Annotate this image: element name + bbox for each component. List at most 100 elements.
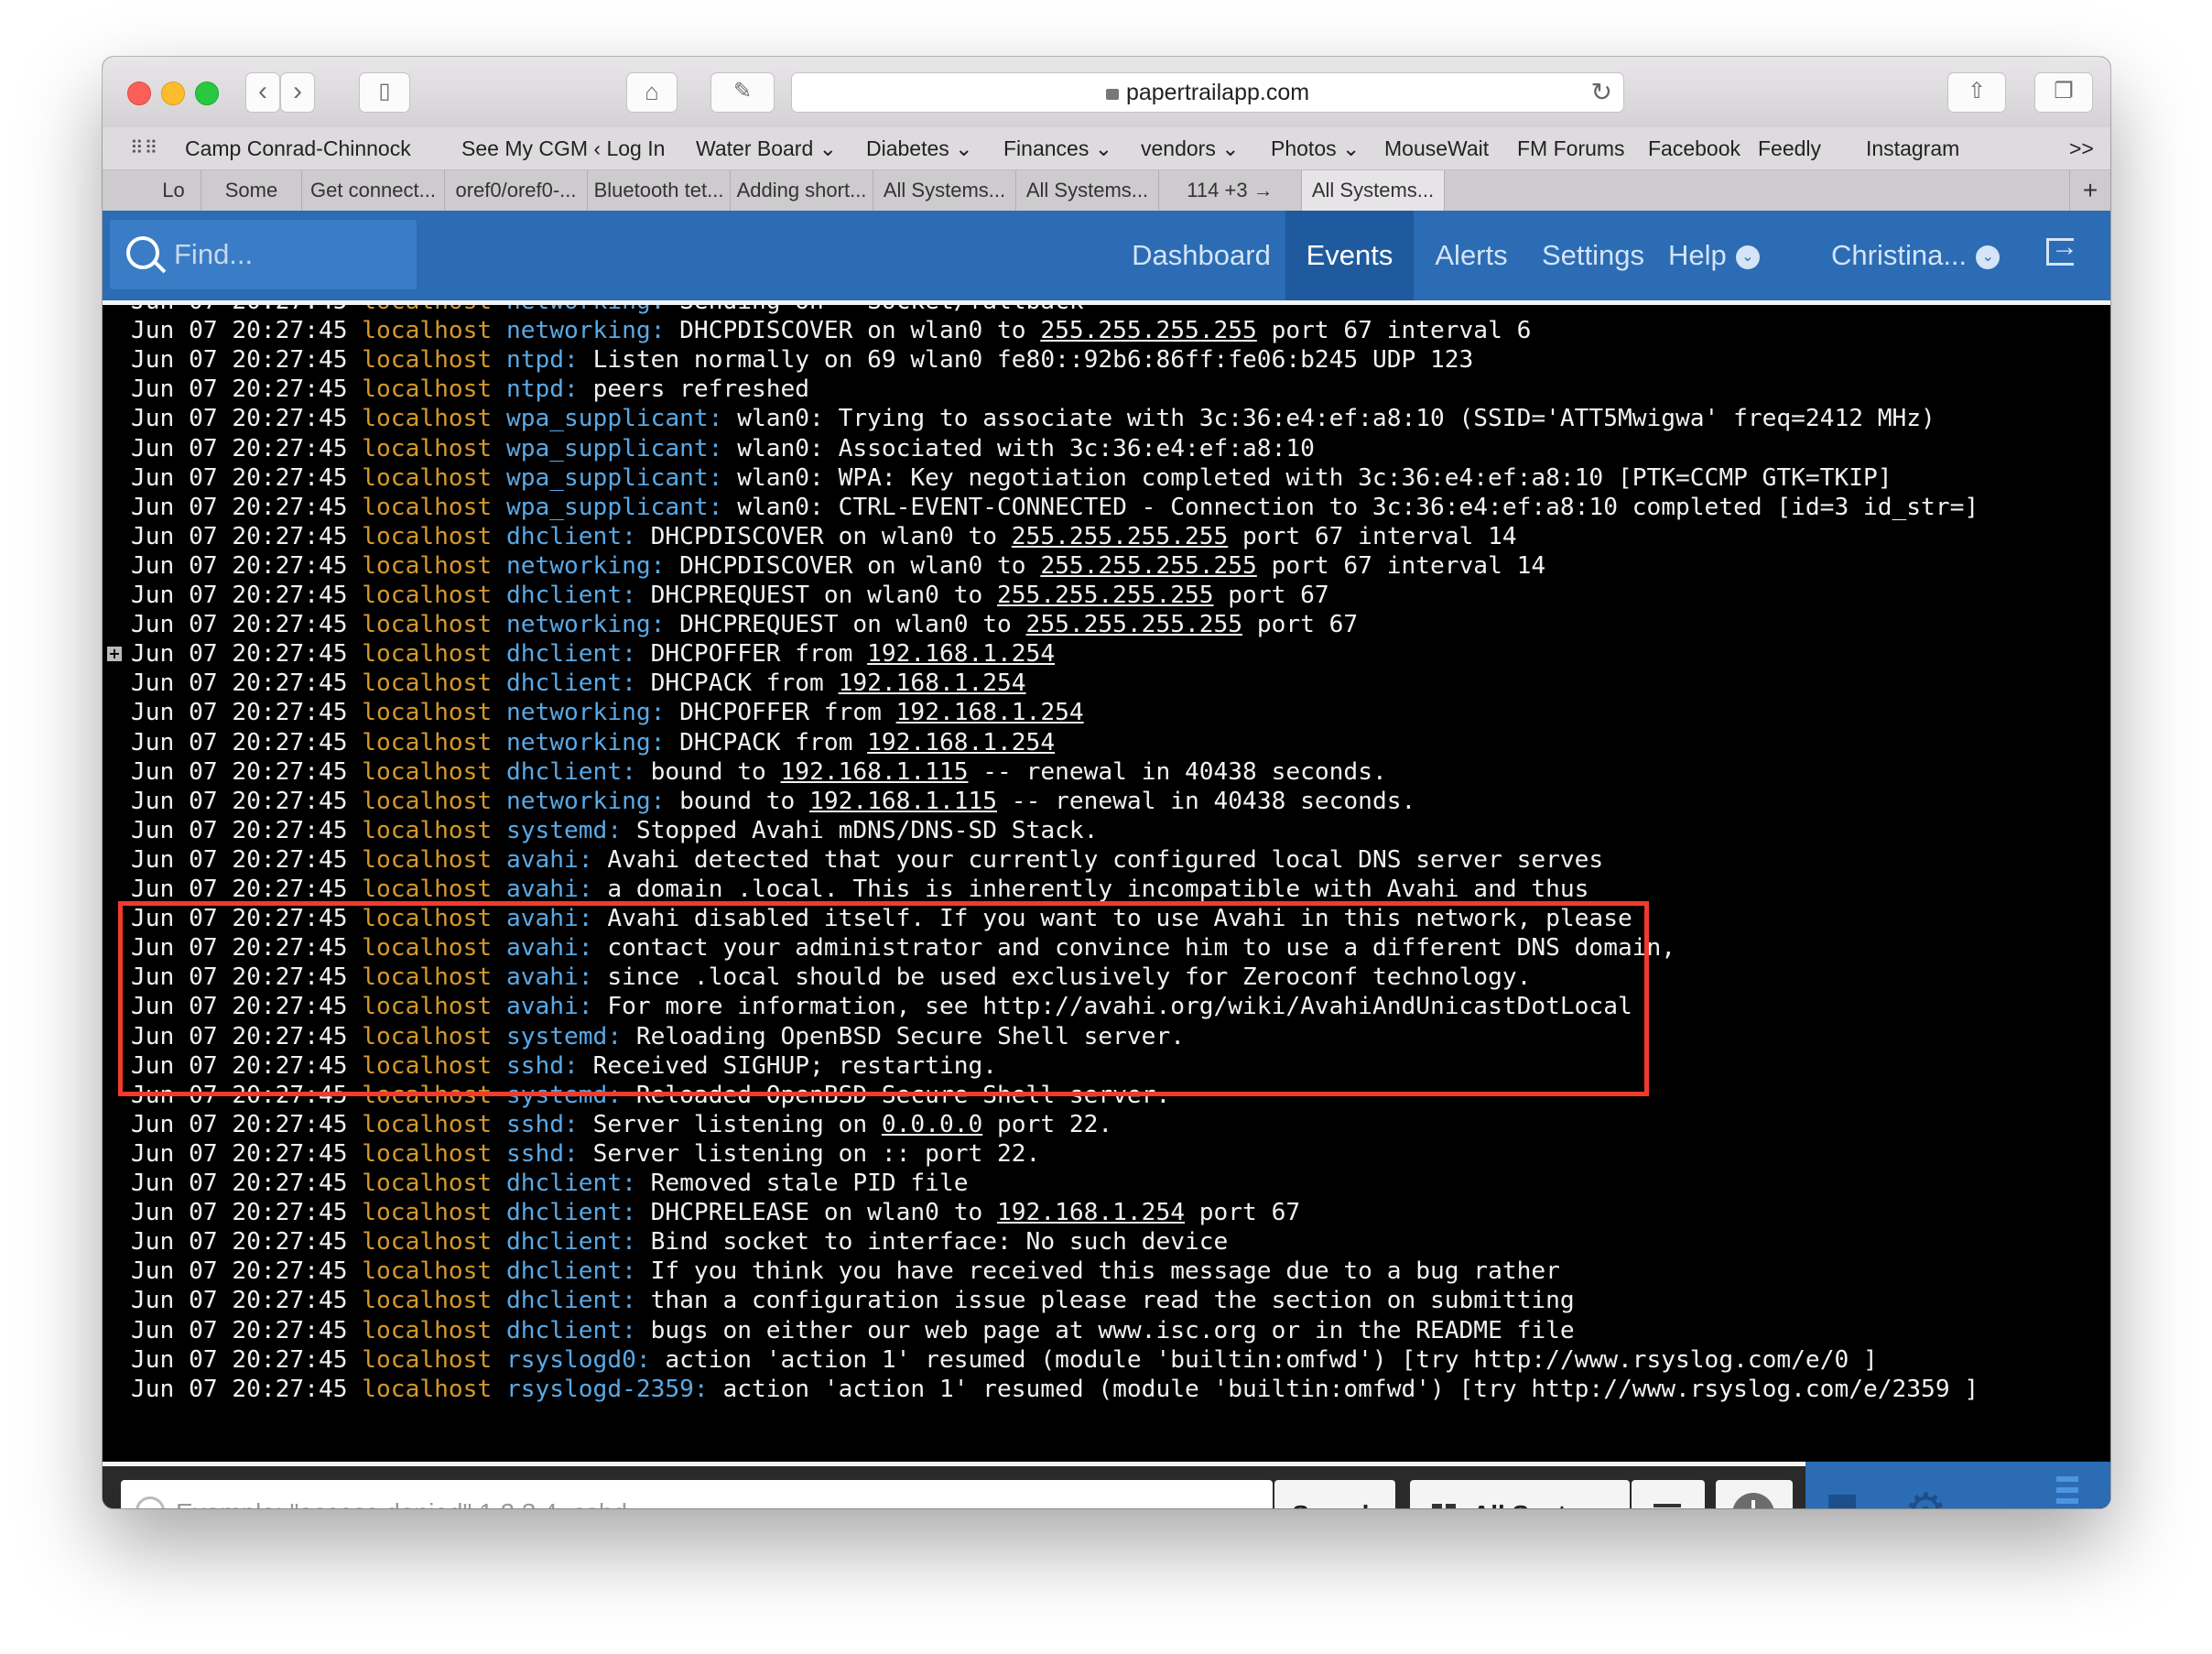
- log-line[interactable]: Jun 07 20:27:45 localhost ntpd: Listen n…: [131, 345, 1473, 375]
- log-host[interactable]: localhost: [362, 1228, 492, 1256]
- all-systems-button[interactable]: All Systems: [1410, 1480, 1630, 1508]
- browser-tab[interactable]: oref0/oref0-...: [445, 170, 588, 211]
- log-line[interactable]: Jun 07 20:27:45 localhost avahi: Avahi d…: [131, 904, 1632, 933]
- log-line[interactable]: Jun 07 20:27:45 localhost networking: DH…: [131, 698, 1084, 727]
- favorite-item[interactable]: Diabetes ⌄: [866, 127, 972, 169]
- favorites-overflow[interactable]: >>: [2069, 127, 2094, 169]
- log-line[interactable]: Jun 07 20:27:45 localhost networking: DH…: [131, 551, 1545, 581]
- browser-tab[interactable]: All Systems...: [873, 170, 1016, 211]
- log-line[interactable]: Jun 07 20:27:45 localhost avahi: since .…: [131, 963, 1531, 992]
- log-line[interactable]: Jun 07 20:27:45 localhost networking: DH…: [131, 610, 1358, 639]
- log-line[interactable]: Jun 07 20:27:45 localhost avahi: For mor…: [131, 992, 1632, 1021]
- log-host[interactable]: localhost: [362, 1170, 492, 1197]
- log-program[interactable]: dhclient:: [506, 1257, 636, 1285]
- logout-icon[interactable]: [2046, 232, 2078, 266]
- log-line[interactable]: Jun 07 20:27:45 localhost networking: bo…: [131, 787, 1415, 816]
- log-program[interactable]: ntpd:: [506, 346, 579, 374]
- event-log[interactable]: Jun 07 20:27:45 localhost rsyslogd-2359:…: [103, 305, 2110, 1462]
- log-program[interactable]: dhclient:: [506, 1287, 636, 1314]
- log-program[interactable]: systemd:: [506, 1023, 622, 1050]
- log-host[interactable]: localhost: [362, 846, 492, 874]
- log-host[interactable]: localhost: [362, 494, 492, 521]
- log-host[interactable]: localhost: [362, 552, 492, 580]
- log-line[interactable]: Jun 07 20:27:45 localhost networking: DH…: [131, 728, 1055, 757]
- log-program[interactable]: avahi:: [506, 993, 593, 1020]
- log-line[interactable]: Jun 07 20:27:45 localhost dhclient: If y…: [131, 1257, 1560, 1286]
- minimize-window-button[interactable]: [161, 82, 185, 105]
- log-line[interactable]: Jun 07 20:27:45 localhost ntpd: peers re…: [131, 375, 809, 404]
- log-program[interactable]: dhclient:: [506, 1199, 636, 1226]
- log-host[interactable]: localhost: [362, 1346, 492, 1374]
- favorite-item[interactable]: Instagram: [1866, 127, 1959, 169]
- log-line[interactable]: Jun 07 20:27:45 localhost dhclient: DHCP…: [131, 639, 1055, 669]
- log-program[interactable]: dhclient:: [506, 640, 636, 668]
- log-host[interactable]: localhost: [362, 963, 492, 991]
- close-window-button[interactable]: [127, 82, 151, 105]
- log-host[interactable]: localhost: [362, 758, 492, 786]
- browser-tab[interactable]: Some: [201, 170, 302, 211]
- log-program[interactable]: wpa_supplicant:: [506, 435, 723, 462]
- log-program[interactable]: networking:: [506, 729, 665, 756]
- log-line[interactable]: Jun 07 20:27:45 localhost dhclient: than…: [131, 1286, 1575, 1315]
- browser-tab-active[interactable]: All Systems...: [1302, 170, 1445, 211]
- log-host[interactable]: localhost: [362, 817, 492, 844]
- log-program[interactable]: networking:: [506, 317, 665, 344]
- log-host[interactable]: localhost: [362, 523, 492, 550]
- log-host[interactable]: localhost: [362, 1199, 492, 1226]
- log-host[interactable]: localhost: [362, 464, 492, 492]
- log-program[interactable]: dhclient:: [506, 669, 636, 697]
- log-program[interactable]: networking:: [506, 552, 665, 580]
- favorite-item[interactable]: FM Forums: [1517, 127, 1625, 169]
- log-host[interactable]: localhost: [362, 375, 492, 403]
- browser-tab[interactable]: 114 +3 →: [1159, 170, 1302, 211]
- favorite-item[interactable]: MouseWait: [1384, 127, 1489, 169]
- log-host[interactable]: localhost: [362, 611, 492, 638]
- log-program[interactable]: dhclient:: [506, 1228, 636, 1256]
- log-host[interactable]: localhost: [362, 582, 492, 609]
- log-line[interactable]: Jun 07 20:27:45 localhost dhclient: DHCP…: [131, 581, 1329, 610]
- log-host[interactable]: localhost: [362, 1140, 492, 1168]
- nav-settings[interactable]: Settings: [1529, 211, 1657, 300]
- favorite-item[interactable]: Water Board ⌄: [696, 127, 837, 169]
- log-program[interactable]: wpa_supplicant:: [506, 464, 723, 492]
- log-program[interactable]: dhclient:: [506, 758, 636, 786]
- expand-icon[interactable]: +: [107, 647, 122, 662]
- nav-alerts[interactable]: Alerts: [1421, 211, 1522, 300]
- log-program[interactable]: rsyslogd0:: [506, 1346, 651, 1374]
- log-program[interactable]: dhclient:: [506, 1317, 636, 1344]
- log-program[interactable]: avahi:: [506, 963, 593, 991]
- log-line[interactable]: Jun 07 20:27:45 localhost dhclient: DHCP…: [131, 1198, 1300, 1227]
- log-host[interactable]: localhost: [362, 993, 492, 1020]
- log-program[interactable]: avahi:: [506, 905, 593, 932]
- log-host[interactable]: localhost: [362, 1257, 492, 1285]
- log-line[interactable]: Jun 07 20:27:45 localhost avahi: a domai…: [131, 875, 1589, 904]
- log-line[interactable]: Jun 07 20:27:45 localhost systemd: Reloa…: [131, 1022, 1185, 1051]
- new-tab-button[interactable]: +: [2069, 170, 2110, 211]
- log-line[interactable]: Jun 07 20:27:45 localhost systemd: Reloa…: [131, 1081, 1170, 1110]
- log-program[interactable]: sshd:: [506, 1052, 579, 1080]
- address-bar[interactable]: papertrailapp.com ↻: [791, 72, 1624, 113]
- pin-icon[interactable]: ✎: [710, 72, 775, 113]
- log-program[interactable]: dhclient:: [506, 582, 636, 609]
- log-line[interactable]: Jun 07 20:27:45 localhost networking: DH…: [131, 316, 1531, 345]
- find-box[interactable]: Find...: [110, 220, 417, 289]
- log-host[interactable]: localhost: [362, 1111, 492, 1138]
- log-program[interactable]: systemd:: [506, 817, 622, 844]
- log-program[interactable]: avahi:: [506, 934, 593, 962]
- log-host[interactable]: localhost: [362, 405, 492, 432]
- favorite-item[interactable]: See My CGM ‹ Log In: [461, 127, 665, 169]
- log-line[interactable]: Jun 07 20:27:45 localhost sshd: Server l…: [131, 1139, 1040, 1169]
- log-line[interactable]: Jun 07 20:27:45 localhost sshd: Server l…: [131, 1110, 1112, 1139]
- nav-dashboard[interactable]: Dashboard: [1128, 211, 1274, 300]
- browser-tab[interactable]: Adding short...: [731, 170, 873, 211]
- log-host[interactable]: localhost: [362, 317, 492, 344]
- log-line[interactable]: Jun 07 20:27:45 localhost dhclient: DHCP…: [131, 522, 1517, 551]
- log-program[interactable]: networking:: [506, 788, 665, 815]
- log-program[interactable]: networking:: [506, 305, 665, 315]
- log-host[interactable]: localhost: [362, 1317, 492, 1344]
- share-icon[interactable]: ⇧: [1947, 72, 2006, 113]
- log-host[interactable]: localhost: [362, 1287, 492, 1314]
- nav-help[interactable]: Help ⌄: [1668, 211, 1760, 300]
- sidebar-toggle-icon[interactable]: ▯: [359, 72, 410, 113]
- log-line[interactable]: Jun 07 20:27:45 localhost avahi: Avahi d…: [131, 845, 1603, 875]
